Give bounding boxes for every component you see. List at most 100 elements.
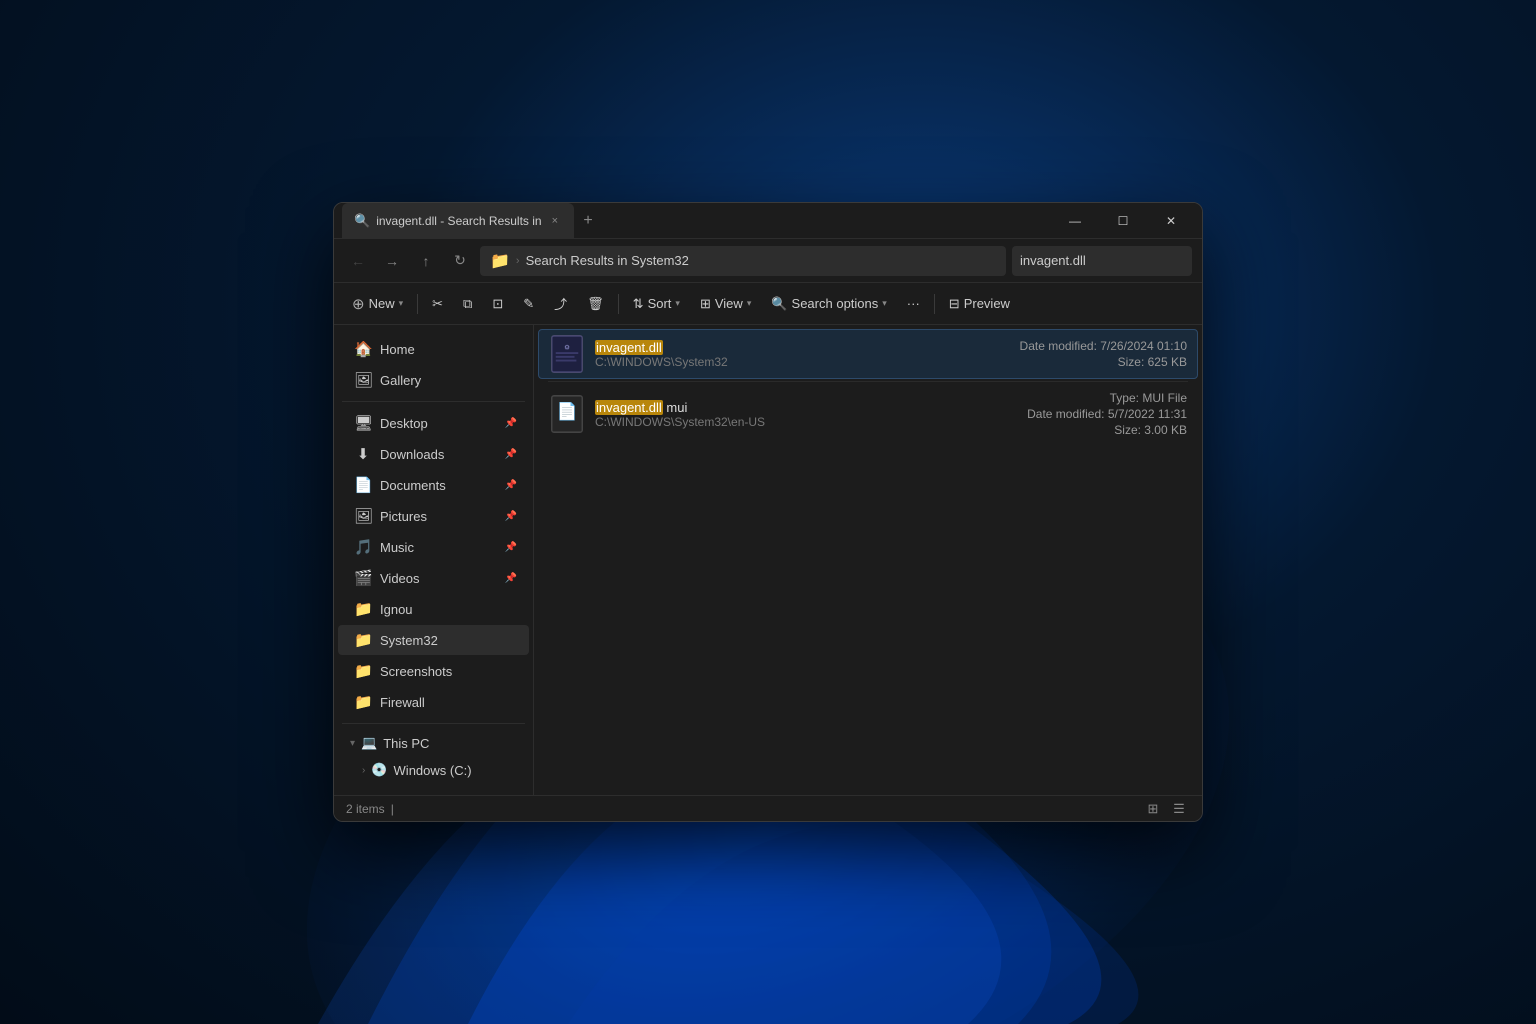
music-icon: 🎵	[354, 538, 372, 556]
new-tab-button[interactable]: +	[574, 207, 602, 235]
file-date-2: Date modified: 5/7/2022 11:31	[1027, 407, 1187, 421]
sidebar: 🏠 Home 🖼 Gallery 🖥 Desktop 📌 ⬇ Downloads…	[334, 325, 534, 795]
file-meta-2: Type: MUI File Date modified: 5/7/2022 1…	[1027, 391, 1187, 437]
file-name-suffix-2: mui	[663, 400, 688, 415]
view-label: View	[715, 296, 743, 311]
items-count: 2 items	[346, 802, 385, 816]
videos-icon: 🎬	[354, 569, 372, 587]
sort-label: Sort	[648, 296, 672, 311]
file-size-2: Size: 3.00 KB	[1114, 423, 1187, 437]
gallery-icon: 🖼	[354, 371, 372, 389]
file-date-1: Date modified: 7/26/2024 01:10	[1020, 339, 1187, 353]
file-name-area-2: invagent.dll mui C:\WINDOWS\System32\en-…	[595, 400, 1017, 429]
file-item-1[interactable]: ⚙ invagent.dll C:\WINDOWS\System32 Date …	[538, 329, 1198, 379]
view-icon: ⊞	[700, 296, 711, 312]
more-options-button[interactable]: ···	[899, 291, 928, 316]
toolbar: ⊕ New ▾ ✂ ⧉ ⊡ ✎ ⤴ 🗑 ⇅ Sort ▾ ⊞	[334, 283, 1202, 325]
details-view-button[interactable]: ☰	[1168, 799, 1190, 819]
sidebar-item-pictures[interactable]: 🖼 Pictures 📌	[338, 501, 529, 531]
view-button[interactable]: ⊞ View ▾	[692, 291, 759, 317]
sidebar-item-downloads[interactable]: ⬇ Downloads 📌	[338, 439, 529, 469]
svg-text:📄: 📄	[557, 401, 578, 421]
list-view-button[interactable]: ⊞	[1142, 799, 1164, 819]
preview-icon: ⊟	[949, 296, 960, 312]
sidebar-divider-1	[342, 401, 525, 402]
system32-label: System32	[380, 633, 438, 648]
system32-icon: 📁	[354, 631, 372, 649]
firewall-icon: 📁	[354, 693, 372, 711]
address-box[interactable]: 📁 › Search Results in System32	[480, 246, 1006, 276]
sort-button[interactable]: ⇅ Sort ▾	[625, 291, 688, 317]
desktop-icon: 🖥	[354, 414, 372, 432]
home-icon: 🏠	[354, 340, 372, 358]
delete-button[interactable]: 🗑	[579, 291, 612, 317]
search-input[interactable]	[1020, 253, 1196, 268]
close-button[interactable]: ✕	[1148, 205, 1194, 237]
new-chevron: ▾	[399, 298, 404, 309]
windows-c-arrow: ›	[362, 765, 365, 776]
search-options-icon: 🔍	[771, 296, 787, 312]
file-separator	[548, 381, 1188, 382]
more-icon: ···	[907, 296, 920, 311]
firewall-label: Firewall	[380, 695, 425, 710]
search-clear-button[interactable]: ×	[1202, 255, 1203, 267]
tab-search-icon: 🔍	[354, 213, 370, 229]
search-box[interactable]: × 🔍	[1012, 246, 1192, 276]
sidebar-item-home[interactable]: 🏠 Home	[338, 334, 529, 364]
sidebar-divider-2	[342, 723, 525, 724]
tab-label: invagent.dll - Search Results in	[376, 214, 541, 228]
sidebar-item-gallery[interactable]: 🖼 Gallery	[338, 365, 529, 395]
share-button[interactable]: ⤴	[546, 289, 575, 318]
sidebar-item-system32[interactable]: 📁 System32	[338, 625, 529, 655]
view-chevron: ▾	[747, 298, 752, 309]
videos-pin-icon: 📌	[505, 573, 517, 584]
new-button[interactable]: ⊕ New ▾	[344, 290, 411, 318]
this-pc-icon: 💻	[361, 735, 377, 751]
search-options-label: Search options	[792, 296, 879, 311]
minimize-button[interactable]: —	[1052, 205, 1098, 237]
pictures-label: Pictures	[380, 509, 427, 524]
rename-button[interactable]: ✎	[515, 291, 542, 317]
downloads-label: Downloads	[380, 447, 444, 462]
sidebar-item-screenshots[interactable]: 📁 Screenshots	[338, 656, 529, 686]
title-bar: 🔍 invagent.dll - Search Results in × + —…	[334, 203, 1202, 239]
file-type-2: Type: MUI File	[1110, 391, 1187, 405]
search-options-button[interactable]: 🔍 Search options ▾	[763, 291, 894, 317]
sidebar-item-music[interactable]: 🎵 Music 📌	[338, 532, 529, 562]
sidebar-this-pc[interactable]: ▾ 💻 This PC	[338, 730, 529, 756]
file-meta-1: Date modified: 7/26/2024 01:10 Size: 625…	[1020, 339, 1187, 369]
file-item-2[interactable]: 📄 invagent.dll mui C:\WINDOWS\System32\e…	[538, 384, 1198, 444]
preview-button[interactable]: ⊟ Preview	[941, 291, 1018, 317]
tab-close-button[interactable]: ×	[548, 213, 562, 229]
file-name-highlight-2: invagent.dll	[595, 400, 663, 415]
separator-1	[417, 294, 418, 314]
documents-label: Documents	[380, 478, 446, 493]
desktop-label: Desktop	[380, 416, 428, 431]
file-icon-2: 📄	[549, 396, 585, 432]
home-label: Home	[380, 342, 415, 357]
this-pc-arrow: ▾	[350, 738, 355, 749]
sidebar-windows-c[interactable]: › 💿 Windows (C:)	[338, 757, 529, 783]
sidebar-item-firewall[interactable]: 📁 Firewall	[338, 687, 529, 717]
share-icon: ⤴	[554, 294, 567, 313]
sidebar-item-ignou[interactable]: 📁 Ignou	[338, 594, 529, 624]
sidebar-item-documents[interactable]: 📄 Documents 📌	[338, 470, 529, 500]
forward-button[interactable]: →	[378, 247, 406, 275]
window-controls: — ☐ ✕	[1052, 205, 1194, 237]
sidebar-item-desktop[interactable]: 🖥 Desktop 📌	[338, 408, 529, 438]
cut-icon: ✂	[432, 296, 443, 312]
up-button[interactable]: ↑	[412, 247, 440, 275]
ignou-icon: 📁	[354, 600, 372, 618]
screenshots-icon: 📁	[354, 662, 372, 680]
active-tab[interactable]: 🔍 invagent.dll - Search Results in ×	[342, 203, 574, 238]
refresh-button[interactable]: ↻	[446, 247, 474, 275]
file-icon-1: ⚙	[549, 336, 585, 372]
back-button[interactable]: ←	[344, 247, 372, 275]
paste-button[interactable]: ⊡	[484, 291, 511, 317]
sort-icon: ⇅	[633, 296, 644, 312]
cut-button[interactable]: ✂	[424, 291, 451, 317]
maximize-button[interactable]: ☐	[1100, 205, 1146, 237]
documents-pin-icon: 📌	[505, 480, 517, 491]
copy-button[interactable]: ⧉	[455, 291, 480, 317]
sidebar-item-videos[interactable]: 🎬 Videos 📌	[338, 563, 529, 593]
